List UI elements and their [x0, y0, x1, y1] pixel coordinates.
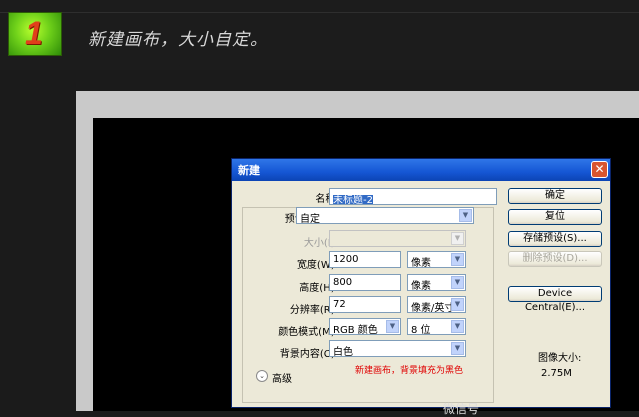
step-header: 1 新建画布，大小自定。 [0, 0, 639, 70]
background-value: 白色 [333, 347, 353, 357]
resolution-label: 分辨率(R): [289, 305, 338, 316]
chevron-down-icon: ▼ [451, 320, 464, 333]
expand-advanced-icon[interactable]: ⌄ [256, 370, 268, 382]
chevron-down-icon: ▼ [451, 276, 464, 289]
height-label: 高度(H): [299, 283, 338, 294]
resolution-input[interactable]: 72 [329, 296, 401, 313]
chevron-down-icon: ▼ [451, 298, 464, 311]
chevron-down-icon: ▼ [386, 320, 399, 333]
background-label: 背景内容(C): [279, 349, 338, 360]
height-unit-dropdown[interactable]: 像素 ▼ [407, 274, 466, 291]
size-dropdown: ▼ [329, 230, 466, 247]
close-icon: ✕ [594, 162, 605, 176]
header-divider [0, 12, 639, 13]
dialog-titlebar[interactable]: 新建 ✕ [232, 159, 610, 181]
save-preset-button[interactable]: 存储预设(S)... [508, 231, 602, 247]
colormode-label: 颜色模式(M): [278, 327, 338, 338]
image-size-value: 2.75M [541, 368, 572, 379]
step-badge: 1 [8, 12, 62, 56]
reset-button[interactable]: 复位 [508, 209, 602, 225]
new-document-dialog: 新建 ✕ 名称(N): 未标题-2 预设(P): 自定 ▼ 大小(I): ▼ 宽… [231, 158, 611, 408]
resolution-unit-value: 像素/英寸 [411, 303, 455, 313]
height-input[interactable]: 800 [329, 274, 401, 291]
chevron-down-icon: ▼ [459, 209, 472, 222]
resolution-unit-dropdown[interactable]: 像素/英寸 ▼ [407, 296, 466, 313]
preset-value: 自定 [300, 214, 320, 224]
preset-dropdown[interactable]: 自定 ▼ [296, 207, 474, 224]
name-input[interactable]: 未标题-2 [329, 188, 497, 205]
close-button[interactable]: ✕ [591, 161, 608, 178]
width-label: 宽度(W): [296, 260, 338, 271]
chevron-down-icon: ▼ [451, 253, 464, 266]
width-input[interactable]: 1200 [329, 251, 401, 268]
background-dropdown[interactable]: 白色 ▼ [329, 340, 466, 357]
chevron-down-icon: ▼ [451, 232, 464, 245]
step-title: 新建画布，大小自定。 [88, 30, 268, 50]
advanced-label[interactable]: 高级 [272, 370, 292, 385]
size-label: 大小(I): [303, 238, 338, 249]
chevron-down-icon: ▼ [451, 342, 464, 355]
height-unit-value: 像素 [411, 281, 431, 291]
name-value: 未标题-2 [333, 195, 373, 205]
delete-preset-button: 删除预设(D)... [508, 251, 602, 267]
colormode-dropdown[interactable]: RGB 颜色 ▼ [329, 318, 401, 335]
bitdepth-value: 8 位 [411, 325, 431, 335]
bitdepth-dropdown[interactable]: 8 位 ▼ [407, 318, 466, 335]
step-number: 1 [25, 15, 43, 51]
annotation-note: 新建画布，背景填充为黑色 [355, 366, 464, 376]
dialog-title: 新建 [238, 164, 260, 177]
device-central-button[interactable]: Device Central(E)... [508, 286, 602, 313]
width-unit-value: 像素 [411, 258, 431, 268]
image-size-label: 图像大小: [538, 353, 582, 364]
watermark: 微信号 [443, 402, 480, 416]
colormode-value: RGB 颜色 [333, 325, 378, 335]
ok-button[interactable]: 确定 [508, 188, 602, 204]
width-unit-dropdown[interactable]: 像素 ▼ [407, 251, 466, 268]
